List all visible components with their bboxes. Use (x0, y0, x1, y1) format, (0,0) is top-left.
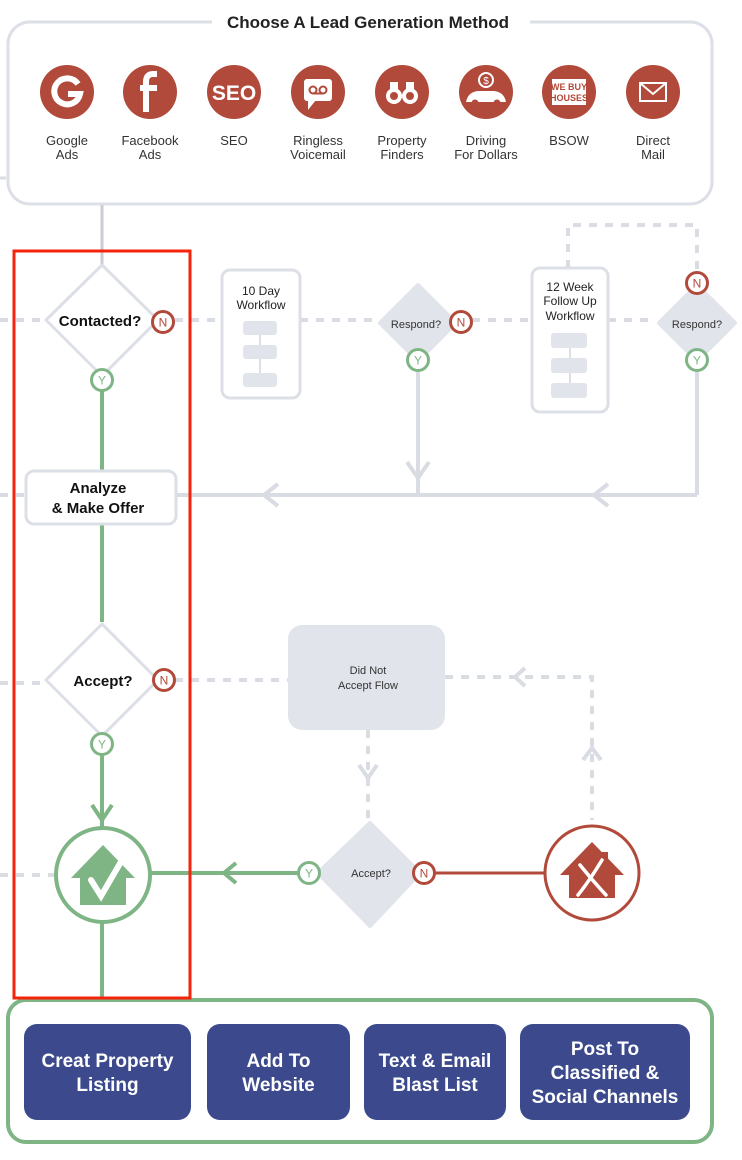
svg-text:Did Not: Did Not (350, 665, 387, 677)
method-label: SEO (220, 133, 247, 148)
svg-text:N: N (457, 316, 466, 330)
svg-text:12 Week: 12 Week (546, 280, 594, 294)
action-label: Text & Email (379, 1051, 492, 1072)
svg-text:N: N (160, 674, 169, 688)
twelve-week-workflow-box: 12 Week Follow Up Workflow (530, 266, 610, 414)
house-check-icon (54, 826, 152, 924)
lead-method-6[interactable]: WE BUYHOUSES BSOW (542, 65, 596, 148)
lead-method-7[interactable]: DirectMail (626, 65, 680, 162)
method-label: Ads (139, 147, 162, 162)
seo-icon: SEO (207, 65, 261, 119)
svg-text:N: N (693, 277, 702, 291)
svg-text:10 Day: 10 Day (242, 284, 280, 298)
action-button-3[interactable]: Post To Classified & Social Channels (520, 1024, 690, 1120)
svg-text:Y: Y (305, 867, 313, 881)
action-label: Creat Property (42, 1051, 174, 1072)
no-badge: N (449, 310, 473, 334)
svg-text:Respond?: Respond? (391, 319, 441, 331)
method-label: Finders (380, 147, 424, 162)
yes-badge: Y (90, 732, 114, 756)
svg-text:WE BUY: WE BUY (551, 82, 587, 92)
action-button-0[interactable]: Creat Property Listing (24, 1024, 191, 1120)
no-badge: N (151, 310, 175, 334)
action-label: Post To (571, 1039, 639, 1060)
svg-text:HOUSES: HOUSES (550, 93, 588, 103)
method-label: For Dollars (454, 147, 518, 162)
svg-text:Accept?: Accept? (351, 868, 391, 880)
lead-method-1[interactable]: FacebookAds (121, 65, 179, 162)
contacted-decision: Contacted? (44, 263, 160, 378)
svg-text:& Make Offer: & Make Offer (52, 500, 145, 517)
method-label: Direct (636, 133, 670, 148)
analyze-make-offer-box: Analyze & Make Offer (24, 469, 178, 526)
yes-badge: Y (685, 348, 709, 372)
action-label: Blast List (392, 1075, 478, 1096)
svg-text:Analyze: Analyze (70, 480, 127, 497)
action-label: Classified & (551, 1063, 660, 1084)
google-icon (40, 65, 94, 119)
no-badge: N (412, 861, 436, 885)
svg-text:Y: Y (414, 354, 422, 368)
accept-decision-2: Accept? (316, 821, 422, 928)
lead-method-5[interactable]: $ DrivingFor Dollars (454, 65, 518, 162)
method-label: Ads (56, 147, 79, 162)
svg-text:N: N (420, 867, 429, 881)
method-label: Voicemail (290, 147, 346, 162)
svg-text:SEO: SEO (212, 82, 256, 105)
method-label: BSOW (549, 133, 589, 148)
mail-icon (626, 65, 680, 119)
method-label: Google (46, 133, 88, 148)
method-label: Ringless (293, 133, 343, 148)
svg-text:Accept Flow: Accept Flow (338, 680, 398, 692)
svg-text:Workflow: Workflow (545, 309, 594, 323)
lead-method-4[interactable]: PropertyFinders (375, 65, 429, 162)
lead-method-2[interactable]: SEO SEO (207, 65, 261, 148)
svg-text:$: $ (483, 76, 489, 87)
no-badge: N (152, 668, 176, 692)
we-buy-houses-icon: WE BUYHOUSES (542, 65, 596, 119)
yes-badge: Y (297, 861, 321, 885)
svg-text:Y: Y (98, 738, 106, 752)
yes-badge: Y (406, 348, 430, 372)
svg-text:Contacted?: Contacted? (59, 313, 142, 330)
lead-flow-diagram: Choose A Lead Generation Method GoogleAd… (0, 10, 737, 1144)
svg-text:Workflow: Workflow (236, 298, 285, 312)
action-label: Add To (246, 1051, 310, 1072)
action-button-1[interactable]: Add To Website (207, 1024, 350, 1120)
method-label: Mail (641, 147, 665, 162)
panel-title: Choose A Lead Generation Method (227, 13, 509, 32)
did-not-accept-flow-box: Did Not Accept Flow (288, 625, 445, 730)
action-label: Listing (76, 1075, 138, 1096)
ten-day-workflow-box: 10 Day Workflow (220, 268, 302, 400)
method-label: Property (377, 133, 427, 148)
svg-text:Respond?: Respond? (672, 319, 722, 331)
binoculars-icon (375, 65, 429, 119)
action-label: Website (242, 1075, 315, 1096)
action-label: Social Channels (532, 1087, 679, 1108)
no-badge: N (685, 271, 709, 295)
facebook-icon (123, 65, 177, 119)
svg-text:Y: Y (98, 374, 106, 388)
house-x-icon (543, 824, 641, 922)
lead-method-3[interactable]: RinglessVoicemail (290, 65, 346, 162)
yes-badge: Y (90, 368, 114, 392)
svg-text:Y: Y (693, 354, 701, 368)
lead-generation-panel: Choose A Lead Generation Method (6, 10, 714, 206)
voicemail-icon (291, 65, 345, 119)
method-label: Driving (466, 133, 506, 148)
svg-text:N: N (159, 316, 168, 330)
car-dollar-icon: $ (459, 65, 513, 119)
lead-method-0[interactable]: GoogleAds (40, 65, 94, 162)
svg-text:Follow Up: Follow Up (543, 294, 597, 308)
svg-text:Accept?: Accept? (73, 673, 132, 690)
accept-decision-1: Accept? (44, 622, 160, 738)
action-button-2[interactable]: Text & Email Blast List (364, 1024, 506, 1120)
method-label: Facebook (121, 133, 179, 148)
